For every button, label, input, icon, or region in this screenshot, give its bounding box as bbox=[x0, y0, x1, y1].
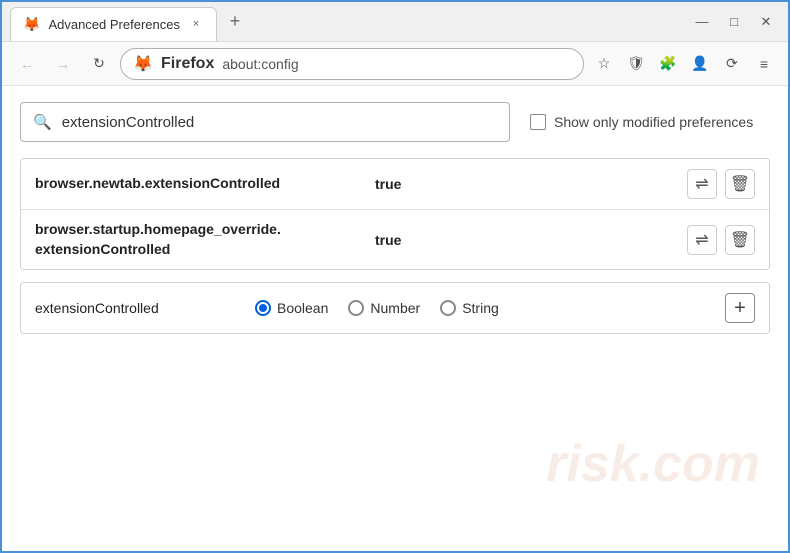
back-button[interactable]: ← bbox=[12, 49, 42, 79]
nav-icons: ☆ 🛡 🧩 👤 ⟳ ≡ bbox=[590, 50, 778, 78]
browser-brand-name: Firefox bbox=[161, 55, 214, 73]
add-pref-button[interactable]: + bbox=[725, 293, 755, 323]
table-row: browser.startup.homepage_override. exten… bbox=[21, 210, 769, 269]
type-boolean-label: Boolean bbox=[277, 300, 328, 316]
type-boolean-option[interactable]: Boolean bbox=[255, 300, 328, 316]
pref-toggle-button-1[interactable]: ⇌ bbox=[687, 169, 717, 199]
show-modified-label: Show only modified preferences bbox=[554, 114, 753, 130]
minimize-button[interactable]: — bbox=[688, 8, 716, 36]
pref-name-2: browser.startup.homepage_override. exten… bbox=[35, 220, 375, 259]
search-input[interactable] bbox=[62, 114, 497, 131]
show-modified-checkbox[interactable] bbox=[530, 114, 546, 130]
table-row: browser.newtab.extensionControlled true … bbox=[21, 159, 769, 210]
reload-button[interactable]: ↻ bbox=[84, 49, 114, 79]
sync-button[interactable]: ⟳ bbox=[718, 50, 746, 78]
tab-title: Advanced Preferences bbox=[48, 17, 180, 32]
maximize-button[interactable]: □ bbox=[720, 8, 748, 36]
browser-tab[interactable]: 🦊 Advanced Preferences × bbox=[10, 7, 217, 41]
type-radio-group: Boolean Number String bbox=[255, 300, 705, 316]
profile-button[interactable]: 👤 bbox=[686, 50, 714, 78]
pref-value-2: true bbox=[375, 232, 687, 248]
add-pref-row: extensionControlled Boolean Number Strin… bbox=[20, 282, 770, 334]
pref-delete-button-1[interactable]: 🗑 bbox=[725, 169, 755, 199]
type-string-radio[interactable] bbox=[440, 300, 456, 316]
firefox-brand-icon: 🦊 bbox=[133, 54, 153, 74]
address-url: about:config bbox=[222, 56, 298, 72]
search-row: 🔍 Show only modified preferences bbox=[20, 102, 770, 142]
firefox-favicon: 🦊 bbox=[23, 16, 40, 33]
type-number-label: Number bbox=[370, 300, 420, 316]
search-icon: 🔍 bbox=[33, 113, 52, 131]
search-bar[interactable]: 🔍 bbox=[20, 102, 510, 142]
prefs-table: browser.newtab.extensionControlled true … bbox=[20, 158, 770, 270]
main-content: 🔍 Show only modified preferences browser… bbox=[2, 86, 788, 350]
extension-button[interactable]: 🧩 bbox=[654, 50, 682, 78]
nav-bar: ← → ↻ 🦊 Firefox about:config ☆ 🛡 🧩 👤 ⟳ ≡ bbox=[2, 42, 788, 86]
title-bar: 🦊 Advanced Preferences × + — □ ✕ bbox=[2, 2, 788, 42]
new-pref-name: extensionControlled bbox=[35, 300, 235, 316]
tab-close-button[interactable]: × bbox=[188, 16, 204, 32]
pref-actions-2: ⇌ 🗑 bbox=[687, 225, 755, 255]
pref-value-1: true bbox=[375, 176, 687, 192]
type-boolean-radio[interactable] bbox=[255, 300, 271, 316]
type-number-radio[interactable] bbox=[348, 300, 364, 316]
close-button[interactable]: ✕ bbox=[752, 8, 780, 36]
shield-button[interactable]: 🛡 bbox=[622, 50, 650, 78]
type-number-option[interactable]: Number bbox=[348, 300, 420, 316]
pref-name-1: browser.newtab.extensionControlled bbox=[35, 174, 375, 194]
pref-delete-button-2[interactable]: 🗑 bbox=[725, 225, 755, 255]
bookmark-button[interactable]: ☆ bbox=[590, 50, 618, 78]
type-string-option[interactable]: String bbox=[440, 300, 499, 316]
type-string-label: String bbox=[462, 300, 499, 316]
menu-button[interactable]: ≡ bbox=[750, 50, 778, 78]
show-modified-option[interactable]: Show only modified preferences bbox=[530, 114, 753, 130]
watermark: risk.com bbox=[546, 436, 760, 493]
address-bar[interactable]: 🦊 Firefox about:config bbox=[120, 48, 584, 80]
pref-toggle-button-2[interactable]: ⇌ bbox=[687, 225, 717, 255]
pref-actions-1: ⇌ 🗑 bbox=[687, 169, 755, 199]
forward-button[interactable]: → bbox=[48, 49, 78, 79]
new-tab-button[interactable]: + bbox=[221, 8, 249, 36]
window-controls: — □ ✕ bbox=[688, 8, 780, 36]
